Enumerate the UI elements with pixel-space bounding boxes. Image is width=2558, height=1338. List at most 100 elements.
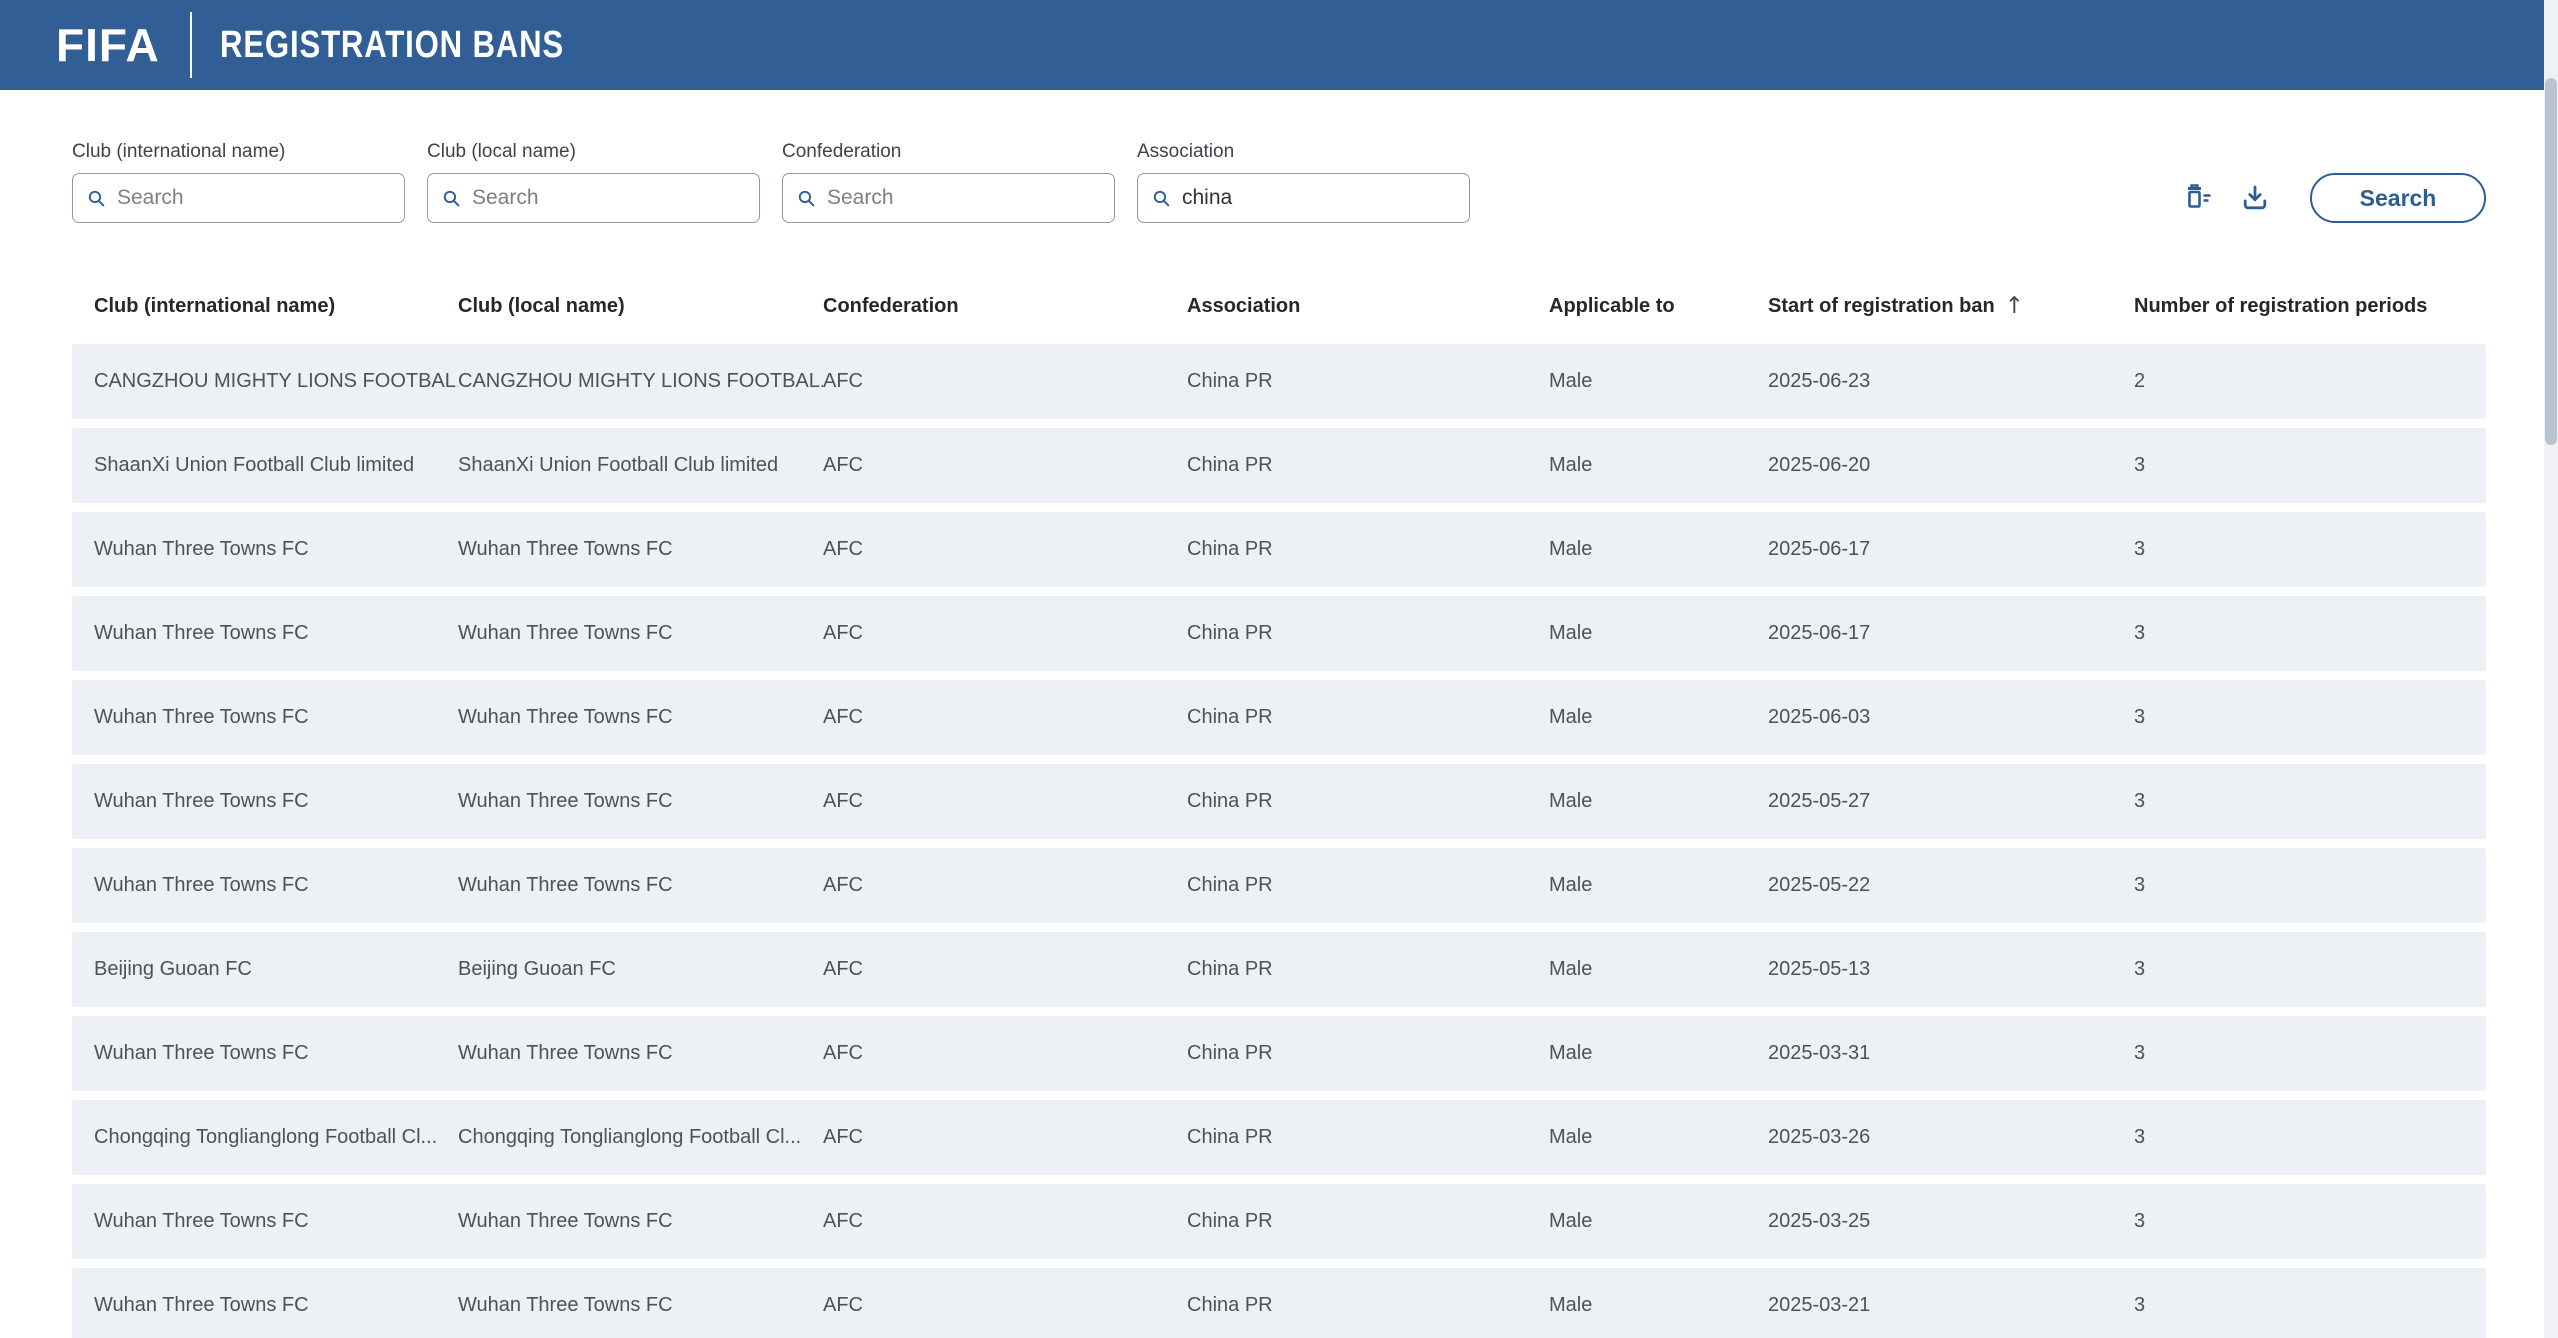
filter-bar: Club (international name) Club (local na…	[72, 141, 2486, 223]
cell-applicable-to: Male	[1549, 1210, 1768, 1233]
cell-confederation: AFC	[823, 706, 1187, 729]
cell-confederation: AFC	[823, 1042, 1187, 1065]
association-search-box	[1137, 173, 1470, 223]
cell-start-of-ban: 2025-03-31	[1768, 1042, 2134, 1065]
cell-applicable-to: Male	[1549, 790, 1768, 813]
association-search-input[interactable]	[1182, 186, 1455, 210]
cell-confederation: AFC	[823, 1294, 1187, 1317]
scrollbar-thumb[interactable]	[2545, 78, 2557, 445]
cell-confederation: AFC	[823, 622, 1187, 645]
table-row[interactable]: Wuhan Three Towns FC Wuhan Three Towns F…	[72, 1268, 2486, 1338]
column-header-applicable-to[interactable]: Applicable to	[1549, 295, 1768, 318]
page-title: REGISTRATION BANS	[220, 24, 564, 67]
column-header-start-of-ban[interactable]: Start of registration ban ↑	[1768, 293, 2134, 319]
table-row[interactable]: Beijing Guoan FC Beijing Guoan FC AFC Ch…	[72, 932, 2486, 1007]
table-row[interactable]: Wuhan Three Towns FC Wuhan Three Towns F…	[72, 1016, 2486, 1091]
cell-registration-periods: 3	[2134, 1210, 2486, 1233]
table-row[interactable]: Wuhan Three Towns FC Wuhan Three Towns F…	[72, 596, 2486, 671]
cell-club-international: Wuhan Three Towns FC	[94, 1042, 458, 1065]
table-row[interactable]: Chongqing Tonglianglong Football Cl... C…	[72, 1100, 2486, 1175]
cell-association: China PR	[1187, 1126, 1549, 1149]
cell-association: China PR	[1187, 454, 1549, 477]
filter-label: Club (local name)	[427, 141, 760, 163]
cell-association: China PR	[1187, 622, 1549, 645]
cell-association: China PR	[1187, 790, 1549, 813]
table-row[interactable]: Wuhan Three Towns FC Wuhan Three Towns F…	[72, 1184, 2486, 1259]
cell-start-of-ban: 2025-06-03	[1768, 706, 2134, 729]
club-local-search-box	[427, 173, 760, 223]
cell-association: China PR	[1187, 1042, 1549, 1065]
club-local-search-input[interactable]	[472, 186, 745, 210]
cell-association: China PR	[1187, 538, 1549, 561]
cell-club-international: Wuhan Three Towns FC	[94, 874, 458, 897]
fifa-logo: FIFA	[56, 18, 160, 72]
cell-confederation: AFC	[823, 538, 1187, 561]
cell-start-of-ban: 2025-05-27	[1768, 790, 2134, 813]
cell-confederation: AFC	[823, 958, 1187, 981]
filter-club-local: Club (local name)	[427, 141, 760, 223]
cell-club-international: Wuhan Three Towns FC	[94, 1210, 458, 1233]
column-header-confederation[interactable]: Confederation	[823, 295, 1187, 318]
table-row[interactable]: CANGZHOU MIGHTY LIONS FOOTBAL... CANGZHO…	[72, 344, 2486, 419]
cell-club-local: CANGZHOU MIGHTY LIONS FOOTBAL...	[458, 370, 823, 393]
download-button[interactable]	[2240, 183, 2270, 213]
cell-registration-periods: 3	[2134, 454, 2486, 477]
cell-association: China PR	[1187, 1294, 1549, 1317]
cell-registration-periods: 3	[2134, 538, 2486, 561]
club-international-search-input[interactable]	[117, 186, 390, 210]
cell-club-local: Chongqing Tonglianglong Football Cl...	[458, 1126, 823, 1149]
table-row[interactable]: Wuhan Three Towns FC Wuhan Three Towns F…	[72, 680, 2486, 755]
cell-club-international: Wuhan Three Towns FC	[94, 1294, 458, 1317]
search-icon	[797, 189, 816, 208]
cell-applicable-to: Male	[1549, 706, 1768, 729]
clear-filters-button[interactable]	[2180, 183, 2214, 213]
cell-club-local: Wuhan Three Towns FC	[458, 874, 823, 897]
download-icon	[2240, 183, 2270, 213]
table-row[interactable]: Wuhan Three Towns FC Wuhan Three Towns F…	[72, 512, 2486, 587]
search-icon	[1152, 189, 1171, 208]
filter-actions: Search	[2180, 173, 2486, 223]
cell-confederation: AFC	[823, 1126, 1187, 1149]
cell-start-of-ban: 2025-06-20	[1768, 454, 2134, 477]
table-row[interactable]: Wuhan Three Towns FC Wuhan Three Towns F…	[72, 848, 2486, 923]
cell-club-international: Wuhan Three Towns FC	[94, 622, 458, 645]
cell-registration-periods: 3	[2134, 790, 2486, 813]
column-header-registration-periods[interactable]: Number of registration periods	[2134, 295, 2486, 318]
cell-club-local: Wuhan Three Towns FC	[458, 538, 823, 561]
search-icon	[442, 189, 461, 208]
cell-club-international: Chongqing Tonglianglong Football Cl...	[94, 1126, 458, 1149]
table-row[interactable]: Wuhan Three Towns FC Wuhan Three Towns F…	[72, 764, 2486, 839]
cell-confederation: AFC	[823, 1210, 1187, 1233]
cell-registration-periods: 3	[2134, 874, 2486, 897]
column-header-label: Start of registration ban	[1768, 295, 1995, 318]
cell-applicable-to: Male	[1549, 370, 1768, 393]
table-row[interactable]: ShaanXi Union Football Club limited Shaa…	[72, 428, 2486, 503]
vertical-scrollbar[interactable]	[2544, 0, 2558, 1338]
cell-registration-periods: 3	[2134, 622, 2486, 645]
cell-applicable-to: Male	[1549, 454, 1768, 477]
cell-association: China PR	[1187, 706, 1549, 729]
sort-ascending-icon: ↑	[2005, 293, 2024, 319]
cell-start-of-ban: 2025-03-26	[1768, 1126, 2134, 1149]
column-header-association[interactable]: Association	[1187, 295, 1549, 318]
confederation-search-box	[782, 173, 1115, 223]
cell-club-local: ShaanXi Union Football Club limited	[458, 454, 823, 477]
cell-association: China PR	[1187, 1210, 1549, 1233]
search-button[interactable]: Search	[2310, 173, 2486, 223]
column-header-club-local[interactable]: Club (local name)	[458, 295, 823, 318]
cell-confederation: AFC	[823, 874, 1187, 897]
cell-club-international: ShaanXi Union Football Club limited	[94, 454, 458, 477]
table-header: Club (international name) Club (local na…	[72, 293, 2486, 319]
cell-registration-periods: 3	[2134, 706, 2486, 729]
filter-label: Association	[1137, 141, 1470, 163]
cell-registration-periods: 3	[2134, 958, 2486, 981]
cell-confederation: AFC	[823, 370, 1187, 393]
confederation-search-input[interactable]	[827, 186, 1100, 210]
cell-club-local: Wuhan Three Towns FC	[458, 790, 823, 813]
cell-club-local: Wuhan Three Towns FC	[458, 1042, 823, 1065]
cell-confederation: AFC	[823, 454, 1187, 477]
column-header-club-international[interactable]: Club (international name)	[94, 295, 458, 318]
cell-club-local: Wuhan Three Towns FC	[458, 1210, 823, 1233]
app-header: FIFA REGISTRATION BANS	[0, 0, 2558, 90]
filter-association: Association	[1137, 141, 1470, 223]
